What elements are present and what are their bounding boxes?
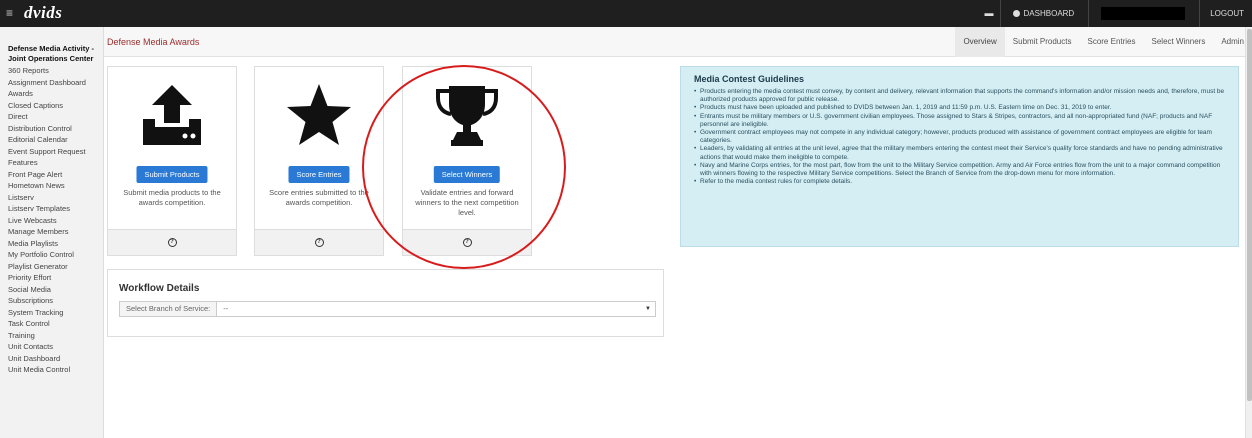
- sidebar-item-training[interactable]: Training: [8, 330, 103, 342]
- dvids-logo[interactable]: dvids: [24, 3, 62, 23]
- card-footer: ?: [255, 229, 383, 255]
- branch-select-label: Select Branch of Service:: [120, 302, 218, 316]
- sub-header: Defense Media Awards Overview Submit Pro…: [104, 27, 1252, 57]
- sidebar-item-unit-dashboard[interactable]: Unit Dashboard: [8, 353, 103, 365]
- select-winners-description: Validate entries and forward winners to …: [415, 188, 519, 217]
- tab-overview[interactable]: Overview: [955, 27, 1005, 57]
- sidebar-item-360-reports[interactable]: 360 Reports: [8, 65, 103, 77]
- help-icon[interactable]: ?: [167, 238, 177, 247]
- workflow-details-panel: Workflow Details Select Branch of Servic…: [107, 269, 664, 337]
- page-scrollbar[interactable]: [1245, 27, 1252, 438]
- sidebar-item-awards[interactable]: Awards: [8, 88, 103, 100]
- tab-bar: Overview Submit Products Score Entries S…: [955, 27, 1252, 57]
- top-right-nav: ▬ DASHBOARD LOGOUT: [979, 0, 1252, 27]
- guideline-item: Government contract employees may not co…: [694, 129, 1227, 145]
- logout-link[interactable]: LOGOUT: [1199, 0, 1252, 27]
- redacted-username: [1101, 7, 1186, 20]
- sidebar-item-assignment-dashboard[interactable]: Assignment Dashboard: [8, 77, 103, 89]
- sidebar-item-distribution-control[interactable]: Distribution Control: [8, 123, 103, 135]
- select-winners-button[interactable]: Select Winners: [433, 166, 501, 183]
- trophy-icon: [403, 75, 531, 155]
- sidebar-item-unit-contacts[interactable]: Unit Contacts: [8, 341, 103, 353]
- sidebar-item-system-tracking[interactable]: System Tracking: [8, 307, 103, 319]
- submit-products-button[interactable]: Submit Products: [136, 166, 208, 183]
- sidebar-item-editorial-calendar[interactable]: Editorial Calendar: [8, 134, 103, 146]
- sidebar-item-my-portfolio-control[interactable]: My Portfolio Control: [8, 249, 103, 261]
- guidelines-title: Media Contest Guidelines: [694, 74, 805, 84]
- sidebar-item-live-webcasts[interactable]: Live Webcasts: [8, 215, 103, 227]
- select-winners-card: Select Winners Validate entries and forw…: [402, 66, 532, 256]
- sidebar-item-front-page-alert[interactable]: Front Page Alert: [8, 169, 103, 181]
- page-title: Defense Media Awards: [107, 37, 200, 47]
- help-icon[interactable]: ?: [462, 238, 472, 247]
- dashboard-icon: [1012, 10, 1020, 17]
- sidebar-item-subscriptions[interactable]: Subscriptions: [8, 295, 103, 307]
- sidebar: Defense Media Activity - Joint Operation…: [0, 27, 104, 438]
- dashboard-label: DASHBOARD: [1023, 9, 1075, 18]
- guideline-item: Products must have been uploaded and pub…: [694, 104, 1227, 112]
- submit-products-description: Submit media products to the awards comp…: [123, 188, 221, 207]
- sidebar-item-social-media[interactable]: Social Media: [8, 284, 103, 296]
- tab-score-entries[interactable]: Score Entries: [1079, 27, 1143, 57]
- scrollbar-thumb[interactable]: [1247, 29, 1252, 401]
- upload-icon: [108, 75, 236, 155]
- sidebar-item-listserv[interactable]: Listserv: [8, 192, 103, 204]
- dashboard-link[interactable]: DASHBOARD: [1001, 0, 1090, 27]
- card-footer: ?: [403, 229, 531, 255]
- star-icon: [255, 75, 383, 155]
- branch-of-service-select[interactable]: Select Branch of Service: -- ▼: [119, 301, 656, 317]
- sidebar-item-features[interactable]: Features: [8, 157, 103, 169]
- sidebar-item-event-support-request[interactable]: Event Support Request: [8, 146, 103, 158]
- guidelines-list: Products entering the media contest must…: [694, 88, 1227, 187]
- help-icon[interactable]: ?: [314, 238, 324, 247]
- sidebar-item-priority-effort[interactable]: Priority Effort: [8, 272, 103, 284]
- sidebar-item-media-playlists[interactable]: Media Playlists: [8, 238, 103, 250]
- guideline-item: Entrants must be military members or U.S…: [694, 113, 1227, 129]
- guideline-item: Navy and Marine Corps entries, for the m…: [694, 162, 1227, 178]
- tab-submit-products[interactable]: Submit Products: [1005, 27, 1080, 57]
- card-footer: ?: [108, 229, 236, 255]
- sidebar-item-listserv-templates[interactable]: Listserv Templates: [8, 203, 103, 215]
- chevron-down-icon[interactable]: ▼: [645, 302, 655, 316]
- sidebar-item-playlist-generator[interactable]: Playlist Generator: [8, 261, 103, 273]
- top-navbar: ≡ dvids ▬ DASHBOARD LOGOUT: [0, 0, 1252, 27]
- menu-icon[interactable]: ≡: [6, 6, 13, 20]
- sidebar-item-hometown-news[interactable]: Hometown News: [8, 180, 103, 192]
- sidebar-item-manage-members[interactable]: Manage Members: [8, 226, 103, 238]
- sidebar-item-direct[interactable]: Direct: [8, 111, 103, 123]
- sidebar-item-unit-media-control[interactable]: Unit Media Control: [8, 364, 103, 376]
- branch-select-value[interactable]: --: [217, 302, 645, 316]
- guideline-item: Products entering the media contest must…: [694, 88, 1227, 104]
- guideline-item: Leaders, by validating all entries at th…: [694, 145, 1227, 161]
- sidebar-item-closed-captions[interactable]: Closed Captions: [8, 100, 103, 112]
- chat-icon[interactable]: ▬: [979, 0, 1001, 27]
- guideline-item: Refer to the media contest rules for com…: [694, 178, 1227, 186]
- workflow-title: Workflow Details: [119, 283, 200, 294]
- sidebar-org-name: Defense Media Activity - Joint Operation…: [8, 44, 94, 63]
- submit-products-card: Submit Products Submit media products to…: [107, 66, 237, 256]
- score-entries-card: Score Entries Score entries submitted to…: [254, 66, 384, 256]
- score-entries-description: Score entries submitted to the awards co…: [269, 188, 369, 207]
- score-entries-button[interactable]: Score Entries: [288, 166, 350, 183]
- media-contest-guidelines: Media Contest Guidelines Products enteri…: [680, 66, 1239, 247]
- sidebar-item-task-control[interactable]: Task Control: [8, 318, 103, 330]
- tab-select-winners[interactable]: Select Winners: [1144, 27, 1214, 57]
